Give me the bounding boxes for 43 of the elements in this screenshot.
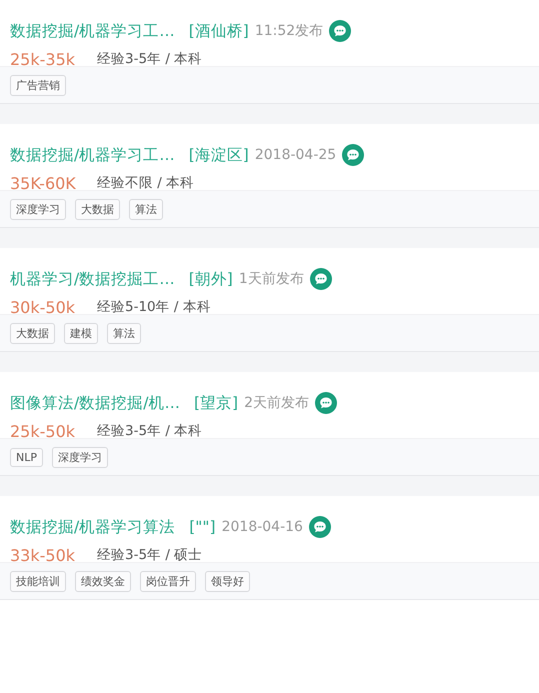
job-tag: 算法 xyxy=(129,198,163,220)
salary: 35K-60K xyxy=(10,174,77,192)
post-time: 11:52发布 xyxy=(254,22,324,40)
job-title[interactable]: 数据挖掘/机器学习工… xyxy=(10,144,175,166)
job-tag: 大数据 xyxy=(75,198,120,220)
job-tag: NLP xyxy=(10,448,43,466)
post-time: 2天前发布 xyxy=(244,394,309,412)
salary: 30k-50k xyxy=(10,298,76,316)
salary: 25k-50k xyxy=(10,422,76,440)
chat-icon[interactable] xyxy=(308,516,331,538)
salary: 25k-35k xyxy=(10,50,76,68)
job-tag: 广告营销 xyxy=(10,74,66,96)
job-tag: 深度学习 xyxy=(52,446,108,468)
job-requirements: 经验5-10年 / 本科 xyxy=(97,298,211,316)
job-tag: 深度学习 xyxy=(10,198,66,220)
post-time: 2018-04-25 xyxy=(254,147,336,163)
chat-icon[interactable] xyxy=(329,20,352,42)
post-time: 2018-04-16 xyxy=(222,519,303,535)
job-tag: 岗位晋升 xyxy=(140,570,196,592)
job-tag: 技能培训 xyxy=(10,570,66,592)
chat-icon[interactable] xyxy=(310,268,332,290)
salary: 33k-50k xyxy=(10,546,76,564)
chat-icon[interactable] xyxy=(314,392,337,414)
job-location: [海淀区] xyxy=(188,144,249,166)
job-tag: 大数据 xyxy=(10,322,55,344)
job-location: [""] xyxy=(189,518,216,536)
job-location: [望京] xyxy=(194,392,238,414)
job-title[interactable]: 数据挖掘/机器学习工… xyxy=(10,20,175,42)
job-requirements: 经验3-5年 / 本科 xyxy=(97,50,202,68)
job-title[interactable]: 图像算法/数据挖掘/机… xyxy=(10,392,180,414)
job-tag: 绩效奖金 xyxy=(75,570,131,592)
job-tag: 建模 xyxy=(64,322,98,344)
job-requirements: 经验3-5年 / 硕士 xyxy=(97,546,202,564)
job-requirements: 经验3-5年 / 本科 xyxy=(97,422,202,440)
job-location: [朝外] xyxy=(188,268,233,290)
job-tag: 领导好 xyxy=(205,570,250,592)
job-title[interactable]: 机器学习/数据挖掘工… xyxy=(10,268,175,290)
post-time: 1天前发布 xyxy=(238,270,304,288)
job-title[interactable]: 数据挖掘/机器学习算法 xyxy=(10,516,176,538)
job-location: [酒仙桥] xyxy=(188,20,249,42)
chat-icon[interactable] xyxy=(342,144,364,166)
job-requirements: 经验不限 / 本科 xyxy=(97,174,194,192)
job-tag: 算法 xyxy=(107,322,141,344)
